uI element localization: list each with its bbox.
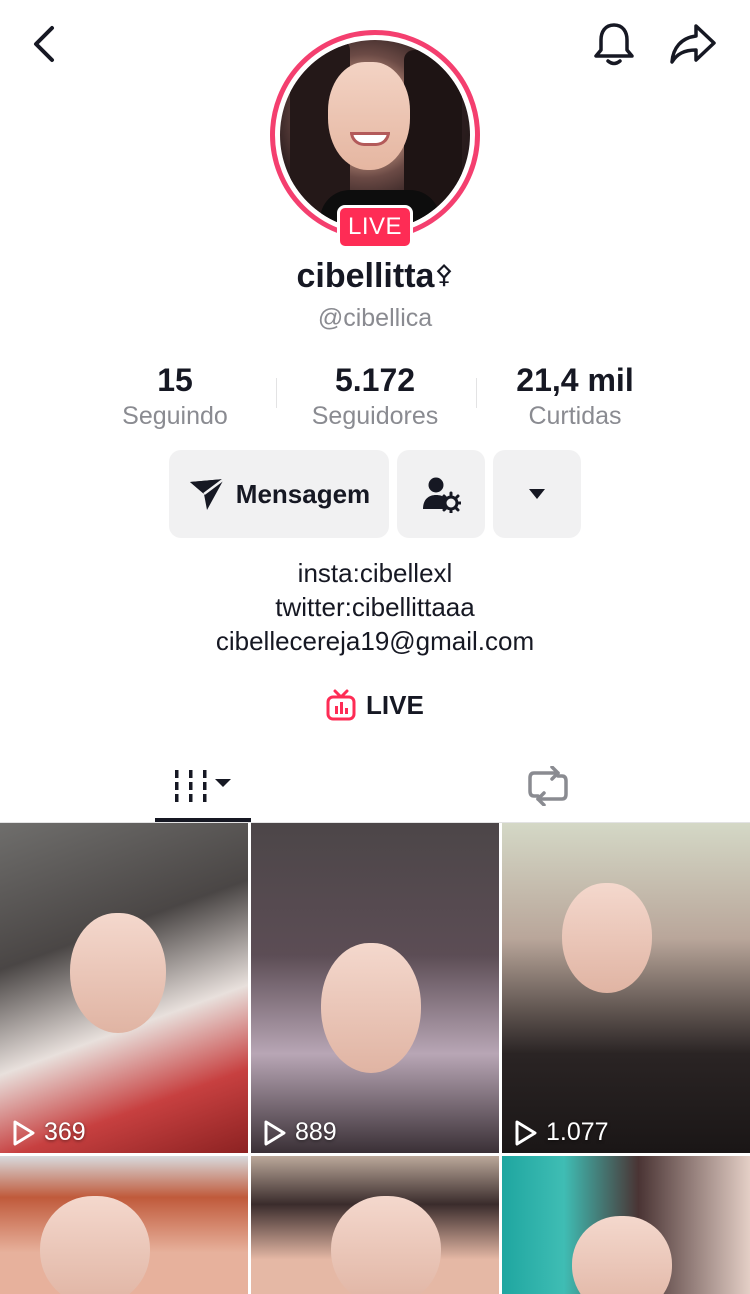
likes-count: 21,4 mil	[516, 362, 634, 398]
followers-count: 5.172	[334, 362, 416, 398]
display-name-text: cibellitta	[296, 257, 435, 295]
tab-reposts[interactable]	[500, 752, 596, 820]
video-thumbnail[interactable]: 1.077	[502, 823, 750, 1153]
profile-page: LIVE cibellitta⚴ @cibellica 15 Seguindo …	[0, 0, 750, 1294]
view-count-text: 369	[44, 1118, 86, 1146]
share-button[interactable]	[664, 18, 722, 70]
view-count: 1.077	[514, 1118, 609, 1147]
video-thumbnail[interactable]	[0, 1156, 248, 1294]
bio-line-email: cibellecereja19@gmail.com	[215, 626, 535, 656]
tv-live-icon	[326, 689, 356, 721]
play-icon	[264, 1120, 286, 1145]
back-button[interactable]	[22, 20, 66, 68]
view-count: 889	[263, 1118, 337, 1147]
video-thumbnail[interactable]: 889	[251, 823, 499, 1153]
username: @cibellica	[317, 304, 433, 332]
live-link[interactable]: LIVE	[326, 686, 424, 724]
more-options-button[interactable]	[493, 450, 581, 538]
stat-following[interactable]: 15 Seguindo	[75, 360, 275, 432]
view-count-text: 1.077	[546, 1118, 609, 1146]
stat-likes[interactable]: 21,4 mil Curtidas	[475, 360, 675, 432]
bio: insta:cibellexl twitter:cibellittaaa cib…	[0, 556, 750, 658]
video-thumbnail[interactable]: 369	[0, 823, 248, 1153]
share-arrow-icon	[670, 24, 716, 64]
send-plane-icon	[189, 478, 225, 510]
caret-down-icon	[529, 489, 545, 499]
live-link-label: LIVE	[366, 689, 424, 720]
avatar[interactable]	[280, 40, 470, 230]
message-button-label: Mensagem	[235, 478, 371, 509]
video-thumbnail[interactable]	[251, 1156, 499, 1294]
back-chevron-icon	[34, 26, 54, 62]
bell-icon	[594, 23, 634, 66]
message-button[interactable]: Mensagem	[169, 450, 389, 538]
play-icon	[515, 1120, 537, 1145]
live-badge[interactable]: LIVE	[337, 205, 413, 249]
followers-label: Seguidores	[311, 402, 439, 430]
user-settings-icon	[423, 477, 461, 513]
tab-videos[interactable]	[155, 752, 251, 820]
notification-bell-button[interactable]	[588, 18, 640, 70]
tree-emoji-icon: ⚴	[434, 259, 454, 289]
friend-settings-button[interactable]	[397, 450, 485, 538]
following-label: Seguindo	[122, 402, 228, 430]
view-count-text: 889	[295, 1118, 337, 1146]
likes-label: Curtidas	[528, 402, 622, 430]
display-name: cibellitta⚴	[0, 257, 750, 296]
following-count: 15	[157, 362, 193, 398]
videos-grid-icon	[175, 770, 231, 802]
view-count: 369	[12, 1118, 86, 1147]
bio-line-twitter: twitter:cibellittaaa	[275, 592, 475, 622]
repost-icon	[528, 766, 568, 806]
bio-line-instagram: insta:cibellexl	[297, 558, 453, 588]
stat-followers[interactable]: 5.172 Seguidores	[275, 360, 475, 432]
play-icon	[13, 1120, 35, 1145]
video-thumbnail[interactable]	[502, 1156, 750, 1294]
